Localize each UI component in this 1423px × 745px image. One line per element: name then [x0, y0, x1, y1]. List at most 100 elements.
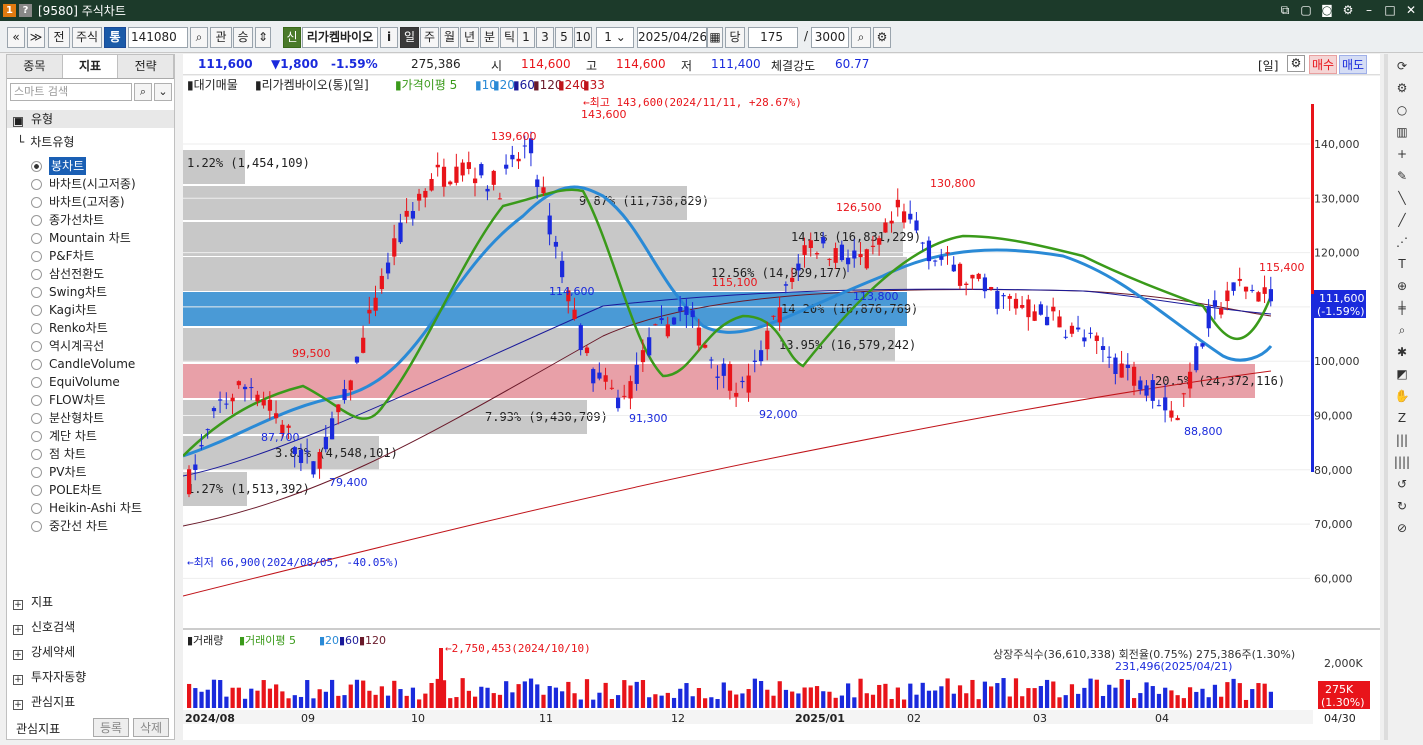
period-year[interactable]: 년 — [460, 27, 479, 48]
delete-button[interactable]: 삭제 — [133, 718, 170, 737]
undo-icon[interactable]: ↺ — [1391, 474, 1413, 494]
all-button[interactable]: 전 — [48, 27, 70, 48]
chevron-down-icon[interactable]: ⌄ — [154, 83, 172, 101]
period-week[interactable]: 주 — [420, 27, 439, 48]
section-watch[interactable]: + 관심지표 — [13, 693, 75, 710]
text-icon[interactable]: T — [1391, 254, 1413, 274]
section-signal[interactable]: + 신호검색 — [13, 618, 75, 635]
chart-type-item[interactable]: 중간선 차트 — [31, 517, 142, 535]
bars-icon[interactable]: ||| — [1391, 430, 1413, 450]
chart-type-item[interactable]: PV차트 — [31, 463, 142, 481]
count-input[interactable]: 175 — [748, 27, 798, 48]
dang-button[interactable]: 당 — [725, 27, 745, 48]
redo-icon[interactable]: ↻ — [1391, 496, 1413, 516]
trendline-icon[interactable]: ╱ — [1391, 210, 1413, 230]
sell-button[interactable]: 매도 — [1339, 55, 1368, 74]
chart-type-item[interactable]: POLE차트 — [31, 481, 142, 499]
chart-type-item[interactable]: 분산형차트 — [31, 409, 142, 427]
calendar-icon[interactable]: ▦ — [707, 27, 723, 48]
chart-type-item[interactable]: 역시계곡선 — [31, 337, 142, 355]
chart-area[interactable]: 1.22% (1,454,109) 9.87% (11,738,829) 14.1%… — [182, 76, 1380, 740]
period-month[interactable]: 월 — [440, 27, 459, 48]
chart-type-item[interactable]: CandleVolume — [31, 355, 142, 373]
cross-icon[interactable]: + — [1391, 144, 1413, 164]
credit-badge[interactable]: 신 — [283, 27, 301, 48]
chart-type-item[interactable]: Swing차트 — [31, 283, 142, 301]
chart-type-item[interactable]: 바차트(시고저종) — [31, 175, 142, 193]
circle-icon[interactable]: ○ — [1391, 100, 1413, 120]
chart-type-candle[interactable]: 봉차트 — [31, 157, 142, 175]
settings-icon[interactable]: ⚙ — [1287, 55, 1305, 72]
date-input[interactable]: 2025/04/26 — [637, 27, 707, 48]
tab-strategy[interactable]: 전략 — [118, 55, 175, 78]
chart-type-header[interactable]: └ 차트유형 — [17, 133, 74, 150]
smart-search-input[interactable]: 스마트 검색 — [10, 83, 132, 101]
menu-button[interactable]: ≫ — [27, 27, 45, 48]
link-icon[interactable]: ▢ — [1298, 2, 1314, 18]
zoom-icon[interactable]: ⌕ — [1391, 320, 1413, 340]
chart-type-item[interactable]: Heikin-Ashi 차트 — [31, 499, 142, 517]
pencil-icon[interactable]: ✎ — [1391, 166, 1413, 186]
chart-type-item[interactable]: 종가선차트 — [31, 211, 142, 229]
num-3[interactable]: 3 — [536, 27, 554, 48]
info-button[interactable]: i — [380, 27, 398, 48]
chart-type-item[interactable]: FLOW차트 — [31, 391, 142, 409]
zoom-icon[interactable]: ⌕ — [851, 27, 871, 48]
total-input[interactable]: 3000 — [811, 27, 849, 48]
rotate-icon[interactable]: ⟳ — [1391, 56, 1413, 76]
search-icon[interactable]: ⌕ — [190, 27, 208, 48]
tab-stock[interactable]: 종목 — [7, 55, 63, 78]
bars2-icon[interactable]: |||| — [1391, 452, 1413, 472]
magnet-icon[interactable]: ⊕ — [1391, 276, 1413, 296]
stock-button[interactable]: 주식 — [72, 27, 102, 48]
settings-icon[interactable]: ⚙ — [873, 27, 891, 48]
chart-type-item[interactable]: 바차트(고저종) — [31, 193, 142, 211]
star-icon[interactable]: ✱ — [1391, 342, 1413, 362]
chart-type-item[interactable]: EquiVolume — [31, 373, 142, 391]
period-day[interactable]: 일 — [400, 27, 419, 48]
section-investor[interactable]: + 투자자동향 — [13, 668, 86, 685]
fill-icon[interactable]: ◩ — [1391, 364, 1413, 384]
search-icon[interactable]: ⌕ — [134, 83, 152, 101]
new-window-icon[interactable]: ⧉ — [1277, 2, 1293, 18]
code-input[interactable]: 141080 — [128, 27, 188, 48]
buy-button[interactable]: 매수 — [1309, 55, 1338, 74]
maximize-icon[interactable]: □ — [1382, 2, 1398, 18]
eraser-icon[interactable]: ⊘ — [1391, 518, 1413, 538]
seung-button[interactable]: 승 — [233, 27, 253, 48]
register-button[interactable]: 등록 — [93, 718, 130, 737]
gear-icon[interactable]: ⚙ — [1340, 2, 1356, 18]
bar-chart-icon[interactable]: ▥ — [1391, 122, 1413, 142]
close-icon[interactable]: ✕ — [1403, 2, 1419, 18]
section-indicator[interactable]: + 지표 — [13, 593, 53, 610]
tab-indicator[interactable]: 지표 — [62, 55, 119, 78]
chart-type-item[interactable]: 삼선전환도 — [31, 265, 142, 283]
auto-icon[interactable]: ⋰ — [1391, 232, 1413, 252]
camera-icon[interactable]: ◙ — [1319, 2, 1335, 18]
candle-icon[interactable]: ╪ — [1391, 298, 1413, 318]
num-1[interactable]: 1 — [517, 27, 535, 48]
type-section[interactable]: ■ 유형 — [7, 110, 174, 128]
period-minute[interactable]: 분 — [480, 27, 499, 48]
zigzag-icon[interactable]: Z — [1391, 408, 1413, 428]
chart-type-item[interactable]: Kagi차트 — [31, 301, 142, 319]
section-strength[interactable]: + 강세약세 — [13, 643, 75, 660]
chart-type-item[interactable]: P&F차트 — [31, 247, 142, 265]
help-icon[interactable]: ? — [19, 4, 32, 17]
prev-button[interactable]: « — [7, 27, 25, 48]
chart-type-item[interactable]: 계단 차트 — [31, 427, 142, 445]
minimize-icon[interactable]: – — [1361, 2, 1377, 18]
tong-button[interactable]: 통 — [104, 27, 126, 48]
stepper-icon[interactable]: ⇕ — [255, 27, 271, 48]
num-10[interactable]: 10 — [574, 27, 592, 48]
chart-type-item[interactable]: Mountain 차트 — [31, 229, 142, 247]
hand-icon[interactable]: ✋ — [1391, 386, 1413, 406]
line-icon[interactable]: ╲ — [1391, 188, 1413, 208]
price-chart[interactable]: 1.22% (1,454,109)9.87% (11,738,829)14.1%… — [182, 76, 1380, 740]
num-5[interactable]: 5 — [555, 27, 573, 48]
chart-type-item[interactable]: 점 차트 — [31, 445, 142, 463]
gear-icon[interactable]: ⚙ — [1391, 78, 1413, 98]
interval-select[interactable]: 1 ⌄ — [596, 27, 634, 48]
chart-type-item[interactable]: Renko차트 — [31, 319, 142, 337]
watch-button[interactable]: 관 — [210, 27, 232, 48]
